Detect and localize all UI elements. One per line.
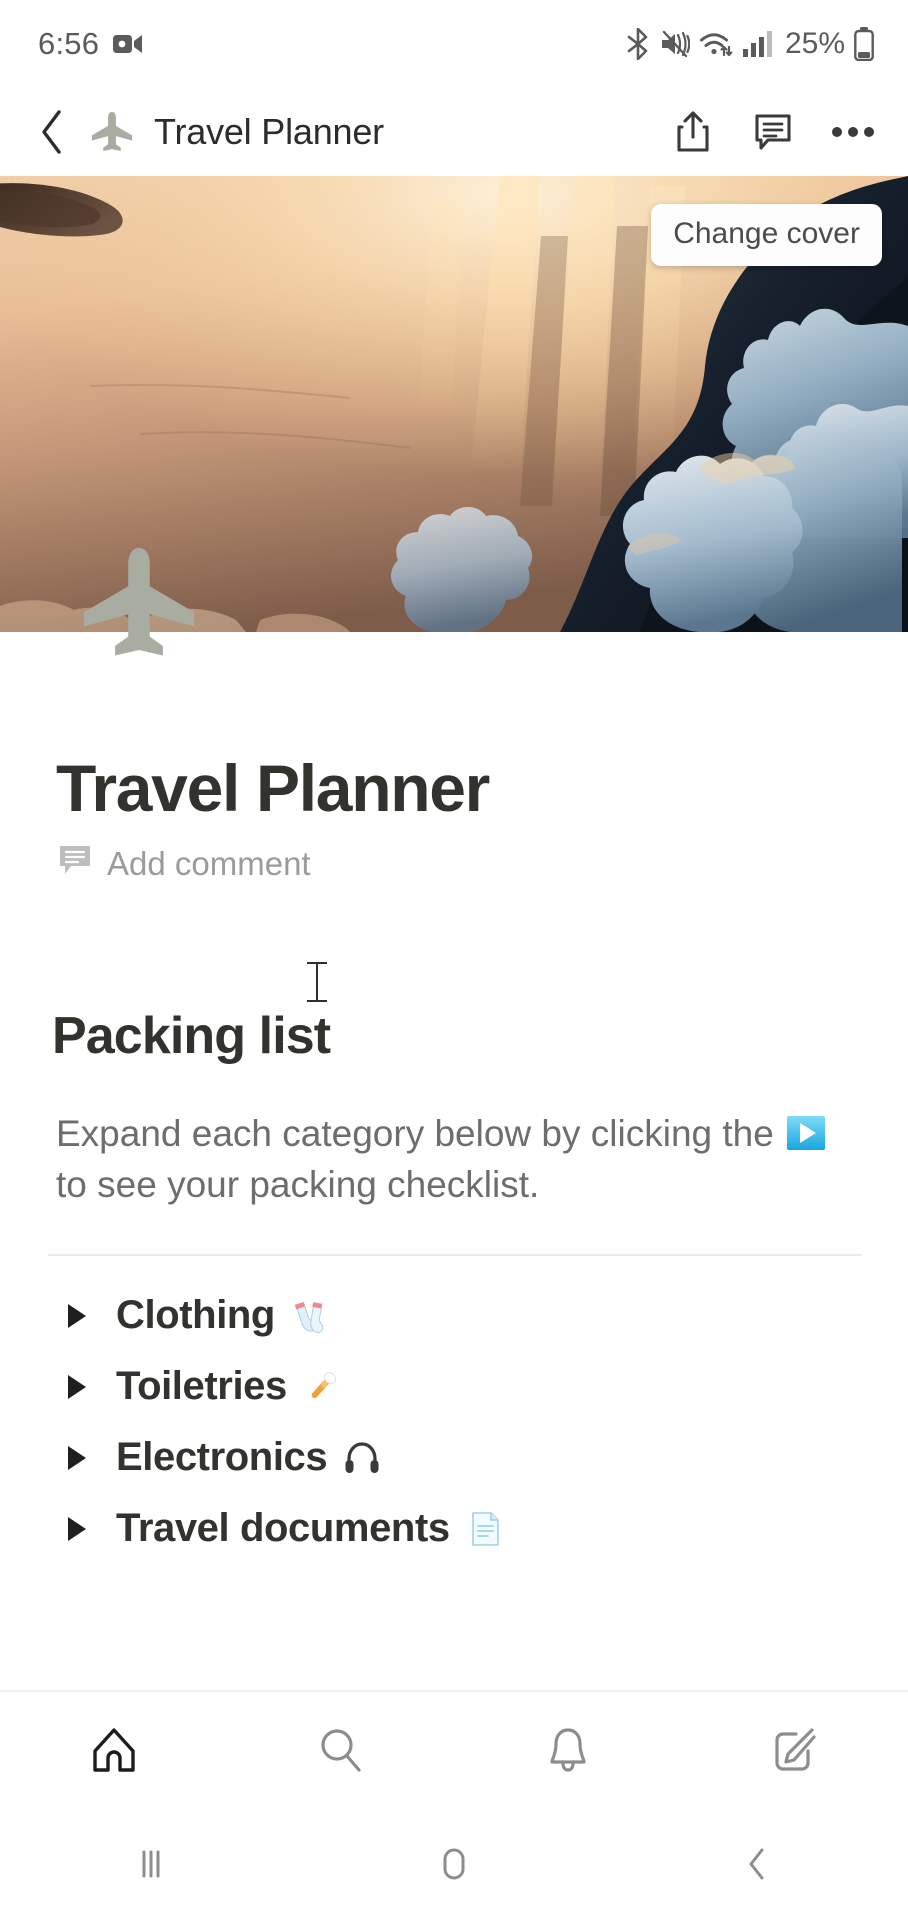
add-comment-button[interactable]: Add comment [58, 844, 908, 884]
page-title-header: Travel Planner [154, 111, 384, 152]
phone-screen: 6:56 25% Travel Planner Change cover Tra… [0, 0, 908, 1920]
toggle-label-travel-documents: Travel documents [116, 1506, 450, 1551]
toggle-label-electronics: Electronics [116, 1435, 328, 1480]
description-text-part2: to see your packing checklist. [56, 1164, 540, 1206]
toggle-list: Clothing Toiletries Electronics Travel d… [0, 1280, 908, 1564]
system-recents-button[interactable] [0, 1844, 303, 1884]
status-bar-clock: 6:56 [38, 26, 100, 61]
toggle-item-travel-documents[interactable]: Travel documents [0, 1493, 908, 1564]
toggle-item-clothing[interactable]: Clothing [0, 1280, 908, 1351]
text-cursor-icon [307, 962, 327, 1002]
packing-list-heading-text: Packing list [52, 1007, 331, 1065]
packing-list-description[interactable]: Expand each category below by clicking t… [56, 1108, 852, 1210]
page-emoji-icon [466, 1510, 504, 1548]
more-options-icon [832, 127, 874, 137]
comment-button[interactable] [746, 105, 800, 159]
search-icon [320, 1729, 361, 1772]
page-title[interactable]: Travel Planner [56, 750, 908, 826]
share-icon [677, 111, 709, 152]
chevron-right-icon[interactable] [60, 1299, 94, 1333]
page-emoji-airplane-icon [86, 106, 138, 158]
tab-search[interactable] [227, 1692, 454, 1808]
comment-bubble-icon [58, 844, 92, 884]
bell-icon [549, 1728, 586, 1772]
system-navigation-bar [0, 1808, 908, 1920]
status-bar: 6:56 25% [0, 0, 908, 88]
system-home-button[interactable] [303, 1842, 606, 1886]
home-square-icon [443, 1848, 465, 1880]
new-page-edit-icon [774, 1728, 816, 1771]
chevron-right-icon[interactable] [60, 1441, 94, 1475]
toggle-label-clothing: Clothing [116, 1293, 275, 1338]
comment-icon [755, 114, 791, 150]
change-cover-button[interactable]: Change cover [651, 204, 882, 266]
toggle-label-toiletries: Toiletries [116, 1364, 287, 1409]
back-chevron-icon [749, 1848, 764, 1880]
system-back-button[interactable] [605, 1842, 908, 1886]
chevron-right-icon[interactable] [60, 1370, 94, 1404]
description-text-part1: Expand each category below by clicking t… [56, 1113, 785, 1154]
more-options-button[interactable] [826, 105, 880, 159]
share-button[interactable] [666, 105, 720, 159]
status-bar-left: 6:56 [38, 26, 143, 62]
cellular-signal-icon [742, 30, 772, 58]
bottom-tab-bar [0, 1690, 908, 1808]
battery-icon [854, 27, 874, 62]
content-divider [48, 1254, 862, 1257]
recents-icon [142, 1850, 160, 1878]
toothbrush-emoji-icon [303, 1368, 341, 1406]
status-bar-right: 25% [625, 27, 874, 62]
battery-percent-label: 25% [784, 27, 845, 60]
app-header-actions [666, 105, 880, 159]
bluetooth-icon [625, 27, 651, 61]
tab-new-page[interactable] [681, 1692, 908, 1808]
chevron-right-icon[interactable] [60, 1512, 94, 1546]
vibrate-mute-icon [660, 29, 691, 59]
packing-list-heading[interactable]: Packing list [52, 962, 908, 1066]
back-button[interactable] [24, 104, 80, 160]
headphone-emoji-icon [343, 1439, 381, 1477]
video-recording-icon [113, 33, 143, 55]
socks-emoji-icon [291, 1297, 329, 1335]
play-button-emoji-icon [787, 1114, 826, 1152]
chevron-left-icon [42, 110, 61, 154]
tab-notifications[interactable] [454, 1692, 681, 1808]
app-header: Travel Planner [0, 88, 908, 176]
toggle-item-electronics[interactable]: Electronics [0, 1422, 908, 1493]
wifi-icon [699, 29, 733, 59]
toggle-item-toiletries[interactable]: Toiletries [0, 1351, 908, 1422]
page-body: Travel Planner Add comment Packing list … [0, 632, 908, 1564]
home-icon [92, 1728, 135, 1772]
add-comment-label: Add comment [107, 845, 311, 882]
tab-home[interactable] [0, 1692, 227, 1808]
